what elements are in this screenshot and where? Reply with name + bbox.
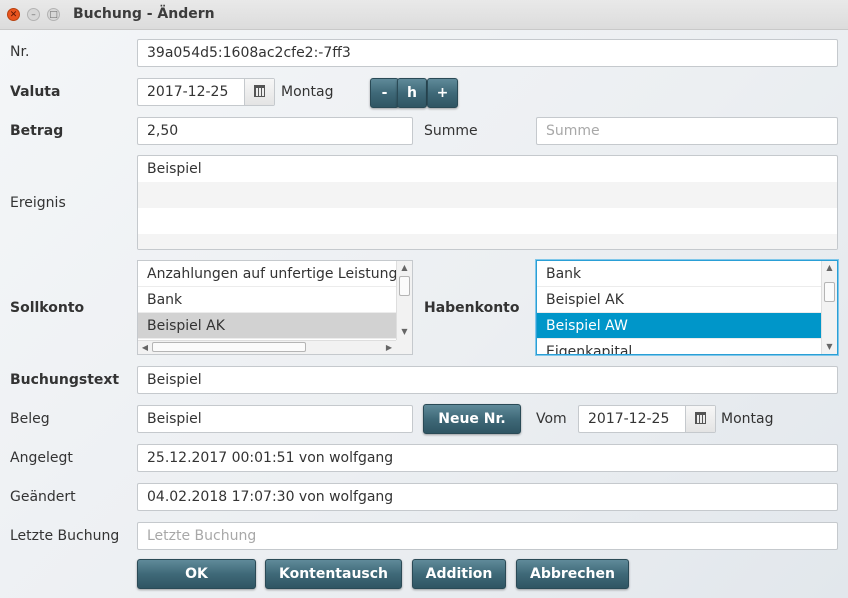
ereignis-empty-line [138, 182, 837, 208]
buchungstext-field[interactable]: Beispiel [137, 366, 838, 394]
nr-field[interactable]: 39a054d5:1608ac2cfe2:-7ff3 [137, 39, 838, 67]
calendar-icon [254, 85, 265, 97]
scroll-down-icon[interactable]: ▼ [822, 340, 837, 354]
title-bar: ✕ – □ Buchung - Ändern [0, 0, 848, 30]
valuta-today-button[interactable]: h [397, 78, 427, 108]
scroll-up-icon[interactable]: ▲ [397, 261, 412, 275]
sollkonto-list[interactable]: Anzahlungen auf unfertige Leistungen Ban… [137, 260, 413, 355]
neue-nr-button[interactable]: Neue Nr. [423, 404, 521, 434]
habenkonto-list[interactable]: Bank Beispiel AK Beispiel AW Eigenkapita… [536, 260, 838, 355]
vom-label: Vom [536, 411, 567, 427]
ereignis-textarea[interactable]: Beispiel [137, 155, 838, 250]
scroll-up-icon[interactable]: ▲ [822, 261, 837, 275]
abbrechen-button[interactable]: Abbrechen [516, 559, 629, 589]
buchungstext-label: Buchungstext [10, 372, 120, 388]
angelegt-label: Angelegt [10, 450, 73, 466]
calendar-button[interactable] [685, 406, 715, 432]
dialog-window: ✕ – □ Buchung - Ändern Nr. 39a054d5:1608… [0, 0, 848, 598]
list-item[interactable]: Eigenkapital [537, 339, 821, 354]
geaendert-field[interactable]: 04.02.2018 17:07:30 von wolfgang [137, 483, 838, 511]
scroll-thumb[interactable] [824, 282, 835, 302]
list-item[interactable]: Beispiel AK [537, 287, 821, 313]
minimize-icon[interactable]: – [27, 8, 40, 21]
ereignis-empty-line [138, 234, 837, 249]
valuta-date-picker[interactable]: 2017-12-25 [137, 78, 275, 106]
valuta-date-value: 2017-12-25 [147, 84, 229, 100]
sollkonto-horizontal-scrollbar[interactable]: ◀ ▶ [138, 340, 396, 354]
list-item[interactable]: Bank [138, 287, 396, 313]
close-icon[interactable]: ✕ [7, 8, 20, 21]
beleg-field[interactable]: Beispiel [137, 405, 413, 433]
ereignis-label: Ereignis [10, 195, 66, 211]
betrag-label: Betrag [10, 123, 64, 139]
summe-label: Summe [424, 123, 478, 139]
letzte-buchung-label: Letzte Buchung [10, 528, 120, 544]
betrag-field[interactable]: 2,50 [137, 117, 413, 145]
valuta-weekday: Montag [281, 84, 334, 100]
beleg-label: Beleg [10, 411, 50, 427]
sollkonto-label: Sollkonto [10, 300, 85, 316]
addition-button[interactable]: Addition [412, 559, 506, 589]
valuta-minus-button[interactable]: - [370, 78, 399, 108]
scroll-left-icon[interactable]: ◀ [138, 341, 152, 354]
scroll-right-icon[interactable]: ▶ [382, 341, 396, 354]
vom-date-value: 2017-12-25 [588, 411, 670, 427]
list-item[interactable]: Anzahlungen auf unfertige Leistungen [138, 261, 396, 287]
calendar-button[interactable] [244, 79, 274, 105]
valuta-plus-button[interactable]: + [427, 78, 458, 108]
list-item-selected[interactable]: Beispiel AW [537, 313, 821, 339]
nr-label: Nr. [10, 44, 30, 60]
scroll-corner [396, 340, 412, 354]
vom-weekday: Montag [721, 411, 774, 427]
list-item[interactable]: Bank [537, 261, 821, 287]
ereignis-line: Beispiel [147, 161, 202, 177]
list-item[interactable]: Beispiel AK [138, 313, 396, 339]
sollkonto-vertical-scrollbar[interactable]: ▲ ▼ [396, 261, 412, 341]
maximize-icon[interactable]: □ [47, 8, 60, 21]
valuta-label: Valuta [10, 84, 61, 100]
vom-date-picker[interactable]: 2017-12-25 [578, 405, 716, 433]
scroll-down-icon[interactable]: ▼ [397, 325, 412, 339]
scroll-thumb[interactable] [399, 276, 410, 296]
scroll-thumb[interactable] [152, 342, 306, 352]
ereignis-empty-line [138, 208, 837, 234]
ok-button[interactable]: OK [137, 559, 256, 589]
kontentausch-button[interactable]: Kontentausch [265, 559, 402, 589]
calendar-icon [695, 412, 706, 424]
summe-field[interactable]: Summe [536, 117, 838, 145]
habenkonto-label: Habenkonto [424, 300, 520, 316]
angelegt-field[interactable]: 25.12.2017 00:01:51 von wolfgang [137, 444, 838, 472]
habenkonto-vertical-scrollbar[interactable]: ▲ ▼ [821, 261, 837, 354]
window-title: Buchung - Ändern [73, 6, 215, 22]
letzte-buchung-field[interactable]: Letzte Buchung [137, 522, 838, 550]
geaendert-label: Geändert [10, 489, 76, 505]
